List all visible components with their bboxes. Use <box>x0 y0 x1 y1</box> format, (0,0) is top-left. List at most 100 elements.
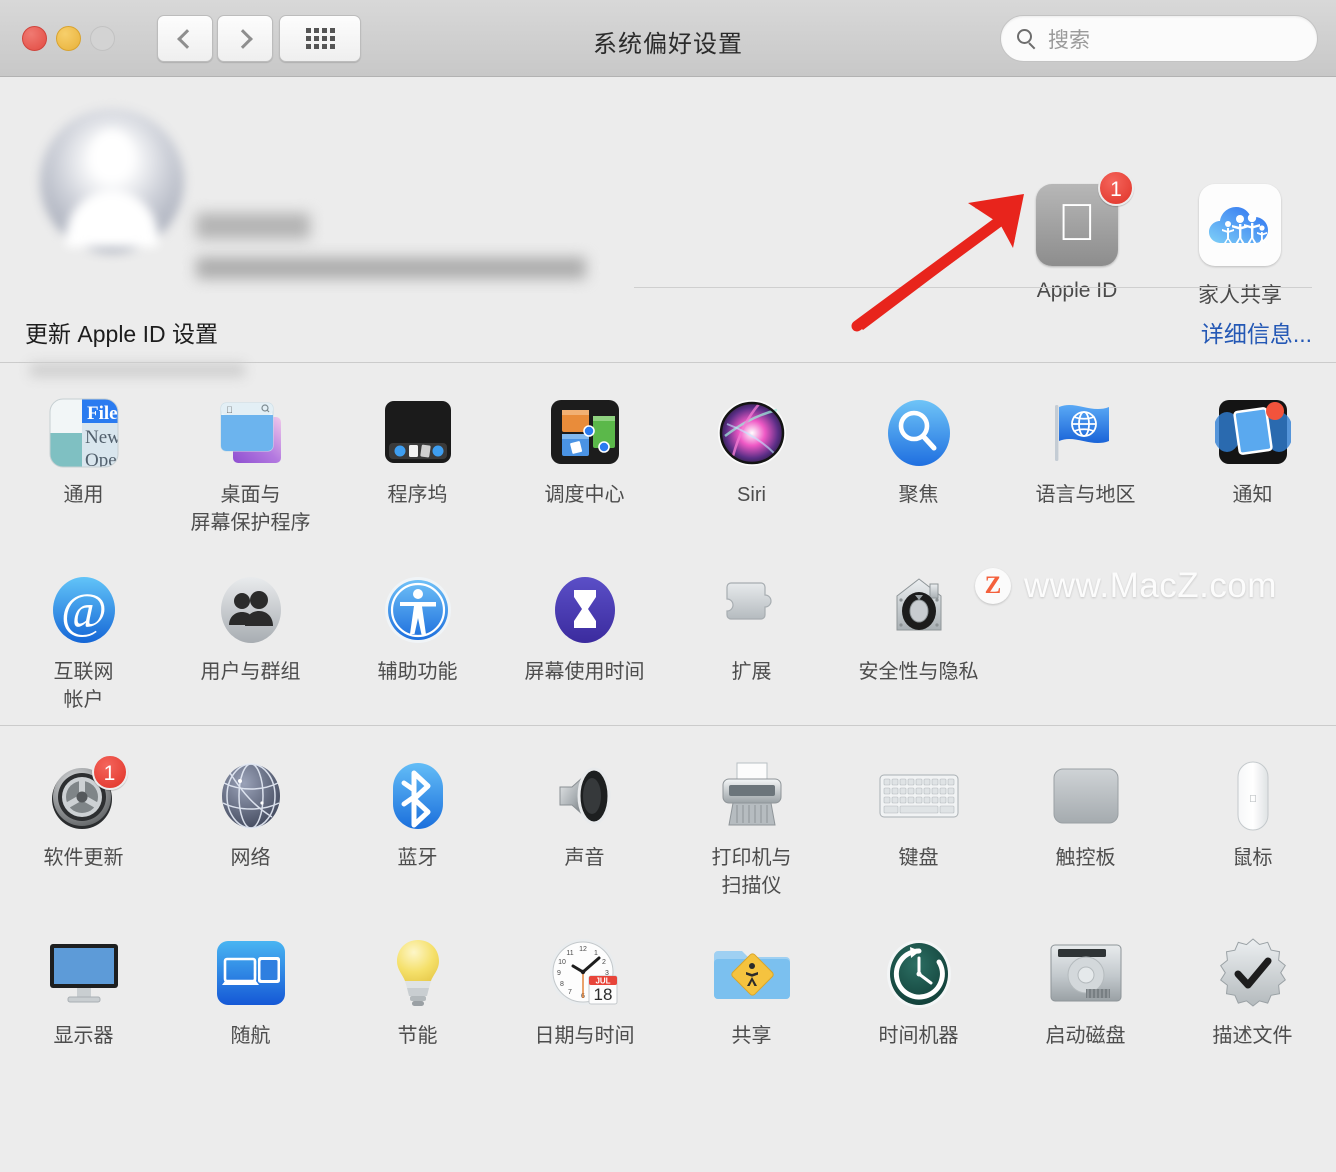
preferences-row: 1 软件更新 网络 蓝牙 声音 打印机与 扫描仪 键盘 触控板 鼠标 <box>0 742 1336 901</box>
svg-text:12: 12 <box>579 946 587 953</box>
desktop-screensaver-icon:  <box>205 395 297 471</box>
pref-notifications[interactable]: 通知 <box>1169 379 1336 538</box>
sound-icon <box>539 758 631 834</box>
mouse-icon:  <box>1207 758 1299 834</box>
pref-network[interactable]: 网络 <box>167 742 334 901</box>
pref-label: 程序坞 <box>387 484 448 506</box>
pref-label: 软件更新 <box>43 846 124 869</box>
pref-energy-saver[interactable]: 节能 <box>334 920 501 1050</box>
preferences-group-1: File New Ope 通用 桌面与 屏幕保护程序 程序坞 调度中心 Siri… <box>0 363 1336 725</box>
apple-id-tile[interactable]:  1 Apple ID <box>1017 170 1137 303</box>
pref-label: 通用 <box>63 484 104 506</box>
pref-label: 网络 <box>230 846 271 869</box>
pref-label: 蓝牙 <box>397 846 438 869</box>
pref-internet-accounts[interactable]: @ 互联网 帐户 <box>0 556 167 715</box>
displays-icon <box>38 936 130 1012</box>
pref-displays[interactable]: 显示器 <box>0 920 167 1050</box>
system-preferences-window: 系统偏好设置 搜索  1 Apple ID <box>0 0 1336 1172</box>
internet-accounts-icon: @ <box>38 572 130 648</box>
watermark: Z www.MacZ.com <box>975 566 1277 606</box>
pref-label: 互联网 帐户 <box>53 660 114 712</box>
pref-language-region[interactable]: 语言与地区 <box>1002 379 1169 538</box>
svg-text::  <box>226 405 233 415</box>
preferences-row: 显示器 随航 节能 12 1 2 3 7 8 9 10 11 JUL 18 日期… <box>0 920 1336 1050</box>
pref-label: 随航 <box>230 1025 271 1048</box>
security-privacy-icon <box>873 572 965 648</box>
pref-bluetooth[interactable]: 蓝牙 <box>334 742 501 901</box>
user-detail-blurred <box>196 257 586 279</box>
pref-trackpad[interactable]: 触控板 <box>1002 742 1169 901</box>
pref-label: 打印机与 扫描仪 <box>711 846 792 897</box>
family-sharing-tile-label: 家人共享 <box>1198 284 1282 307</box>
pref-label: Siri <box>737 484 766 506</box>
pref-mission-control[interactable]: 调度中心 <box>501 379 668 538</box>
pref-label: 桌面与 屏幕保护程序 <box>190 484 311 535</box>
pref-label: 显示器 <box>53 1025 114 1048</box>
search-input[interactable]: 搜索 <box>1000 15 1318 62</box>
accessibility-icon <box>372 572 464 648</box>
macz-logo-icon: Z <box>975 568 1011 604</box>
pref-general[interactable]: File New Ope 通用 <box>0 379 167 538</box>
svg-text:7: 7 <box>568 989 572 996</box>
pref-label: 调度中心 <box>544 484 625 506</box>
status-badge: 1 <box>91 753 128 790</box>
pref-sharing[interactable]: 共享 <box>668 920 835 1050</box>
notifications-icon <box>1207 395 1299 471</box>
avatar[interactable] <box>40 109 184 253</box>
apple-id-section:  1 Apple ID <box>0 77 1336 377</box>
pref-mouse[interactable]:  鼠标 <box>1169 742 1336 901</box>
divider <box>634 287 1312 288</box>
users-groups-icon <box>205 572 297 648</box>
pref-profiles[interactable]: 描述文件 <box>1169 920 1336 1050</box>
pref-label: 日期与时间 <box>534 1025 635 1048</box>
details-link[interactable]: 详细信息... <box>1201 315 1312 349</box>
sidecar-icon <box>205 936 297 1012</box>
pref-screen-time[interactable]: 屏幕使用时间 <box>501 556 668 715</box>
bluetooth-icon <box>372 758 464 834</box>
pref-startup-disk[interactable]: 启动磁盘 <box>1002 920 1169 1050</box>
svg-text:18: 18 <box>593 985 612 1004</box>
pref-label: 键盘 <box>898 846 939 869</box>
pref-sound[interactable]: 声音 <box>501 742 668 901</box>
preferences-group-2: 1 软件更新 网络 蓝牙 声音 打印机与 扫描仪 键盘 触控板 鼠标 显示器 随… <box>0 725 1336 1061</box>
pref-date-time[interactable]: 1212 345 678 91011 JUL 18 <box>501 920 668 1050</box>
window-titlebar: 系统偏好设置 搜索 <box>0 0 1336 77</box>
pref-label: 聚焦 <box>898 484 939 506</box>
search-placeholder: 搜索 <box>1048 28 1090 52</box>
pref-software-update[interactable]: 1 软件更新 <box>0 742 167 901</box>
pref-users-groups[interactable]: 用户与群组 <box>167 556 334 715</box>
pref-time-machine[interactable]: 时间机器 <box>835 920 1002 1050</box>
pref-printers-scanners[interactable]: 打印机与 扫描仪 <box>668 742 835 901</box>
svg-text:@: @ <box>60 582 106 638</box>
siri-icon <box>706 395 798 471</box>
pref-label: 描述文件 <box>1212 1025 1293 1048</box>
pref-accessibility[interactable]: 辅助功能 <box>334 556 501 715</box>
general-icon: File New Ope <box>38 395 130 471</box>
family-sharing-tile[interactable]: 家人共享 <box>1180 184 1300 309</box>
extensions-icon <box>706 572 798 648</box>
pref-label: 安全性与隐私 <box>858 660 979 683</box>
apple-id-tile-label: Apple ID <box>1036 279 1118 302</box>
svg-text:11: 11 <box>566 950 573 957</box>
pref-sidecar[interactable]: 随航 <box>167 920 334 1050</box>
pref-desktop-screensaver[interactable]:  桌面与 屏幕保护程序 <box>167 379 334 538</box>
pref-spotlight[interactable]: 聚焦 <box>835 379 1002 538</box>
pref-keyboard[interactable]: 键盘 <box>835 742 1002 901</box>
pref-extensions[interactable]: 扩展 <box>668 556 835 715</box>
svg-text:1: 1 <box>594 950 598 957</box>
pref-label: 屏幕使用时间 <box>524 660 645 683</box>
preferences-row: File New Ope 通用 桌面与 屏幕保护程序 程序坞 调度中心 Siri… <box>0 379 1336 538</box>
network-icon <box>205 758 297 834</box>
language-region-icon <box>1040 395 1132 471</box>
pref-dock[interactable]: 程序坞 <box>334 379 501 538</box>
dock-icon <box>372 395 464 471</box>
mission-control-icon <box>539 395 631 471</box>
pref-label: 声音 <box>564 846 605 869</box>
status-badge: 1 <box>1098 170 1134 206</box>
pref-label: 时间机器 <box>878 1025 959 1048</box>
svg-text:File: File <box>87 403 118 424</box>
pref-label: 触控板 <box>1055 846 1116 869</box>
pref-label: 节能 <box>397 1025 438 1048</box>
time-machine-icon <box>873 936 965 1012</box>
pref-siri[interactable]: Siri <box>668 379 835 538</box>
